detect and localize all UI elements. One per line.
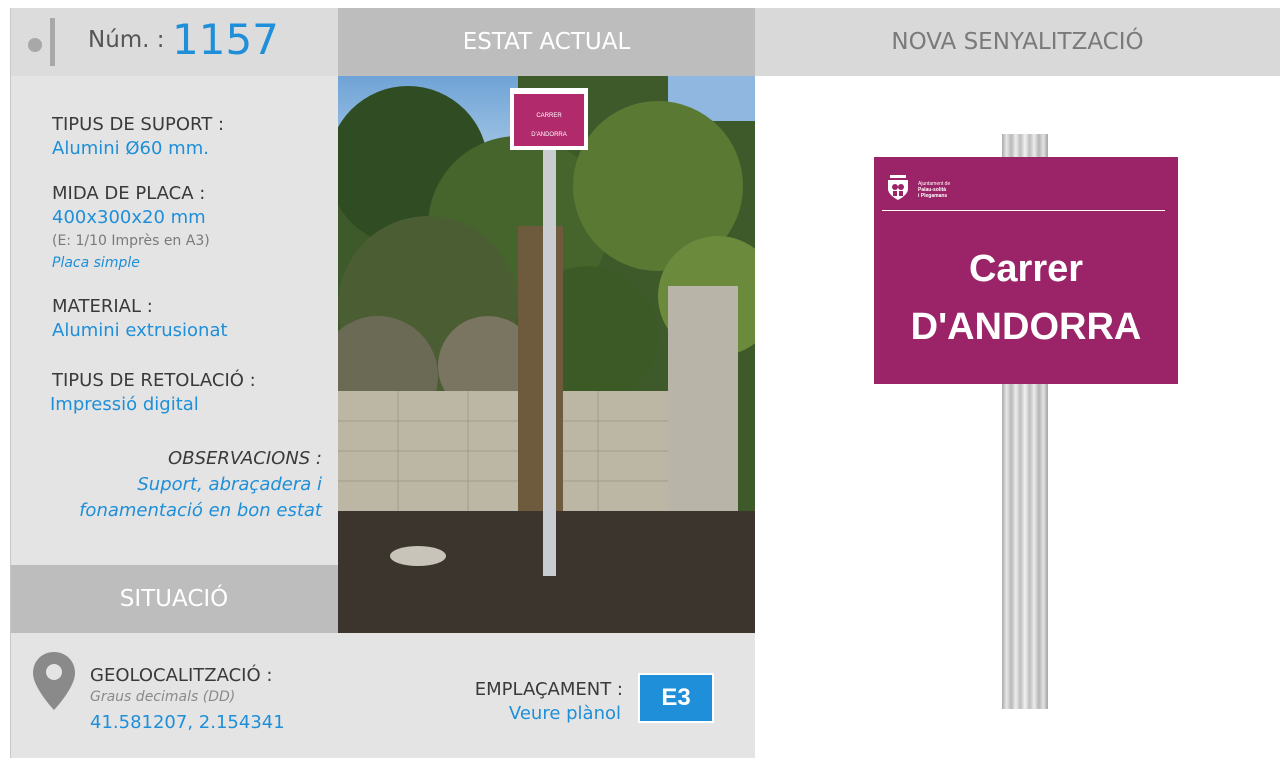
- material-value: Alumini extrusionat: [52, 320, 228, 341]
- emplacament-code-badge: E3: [638, 673, 714, 723]
- new-sign-plate: Ajuntament de Palau-solità i Plegamans C…: [874, 157, 1178, 384]
- lettering-type-value: Impressió digital: [50, 394, 199, 415]
- geolocation-value: 41.581207, 2.154341: [90, 712, 285, 733]
- nova-senyalitzacio-header: NOVA SENYALITZACIÓ: [755, 8, 1280, 76]
- header-divider: [50, 18, 55, 66]
- estat-actual-header: ESTAT ACTUAL: [338, 8, 755, 76]
- material-label: MATERIAL :: [52, 296, 153, 317]
- support-type-value: Alumini Ø60 mm.: [52, 138, 209, 159]
- sign-divider: [882, 210, 1165, 211]
- plate-size-label: MIDA DE PLACA :: [52, 183, 206, 204]
- bullet-dot: [28, 38, 42, 52]
- lettering-type-label: TIPUS DE RETOLACIÓ :: [52, 370, 256, 391]
- number-value: 1157: [172, 15, 279, 64]
- photo-sign-line-1: CARRER: [536, 113, 562, 119]
- new-sign-street: Carrer: [968, 248, 1084, 290]
- geolocation-label: GEOLOCALITZACIÓ :: [90, 665, 273, 686]
- plate-size-note: (E: 1/10 Imprès en A3): [52, 233, 210, 249]
- plate-type: Placa simple: [52, 255, 140, 271]
- current-state-photo: CARRER D'ANDORRA: [338, 76, 755, 633]
- photo-sign-line-2: D'ANDORRA: [531, 132, 566, 138]
- location-pin-icon: [33, 652, 75, 714]
- support-type-label: TIPUS DE SUPORT :: [52, 114, 225, 135]
- new-sign-name: D'ANDORRA: [910, 306, 1142, 348]
- city-logo-text: Ajuntament de Palau-solità i Plegamans: [918, 181, 951, 199]
- emplacament-label: EMPLAÇAMENT :: [474, 679, 623, 700]
- situacio-header: SITUACIÓ: [10, 565, 338, 633]
- observations-line-2: fonamentació en bon estat: [79, 500, 322, 521]
- page-frame-left: [10, 8, 11, 758]
- plate-size-value: 400x300x20 mm: [52, 207, 206, 228]
- number-label: Núm. :: [88, 27, 165, 53]
- emplacament-link[interactable]: Veure plànol: [509, 703, 621, 724]
- city-crest-icon: [886, 175, 910, 205]
- geolocation-format-note: Graus decimals (DD): [90, 689, 236, 705]
- observations-label: OBSERVACIONS :: [168, 448, 322, 469]
- observations-line-1: Suport, abraçadera i: [137, 474, 322, 495]
